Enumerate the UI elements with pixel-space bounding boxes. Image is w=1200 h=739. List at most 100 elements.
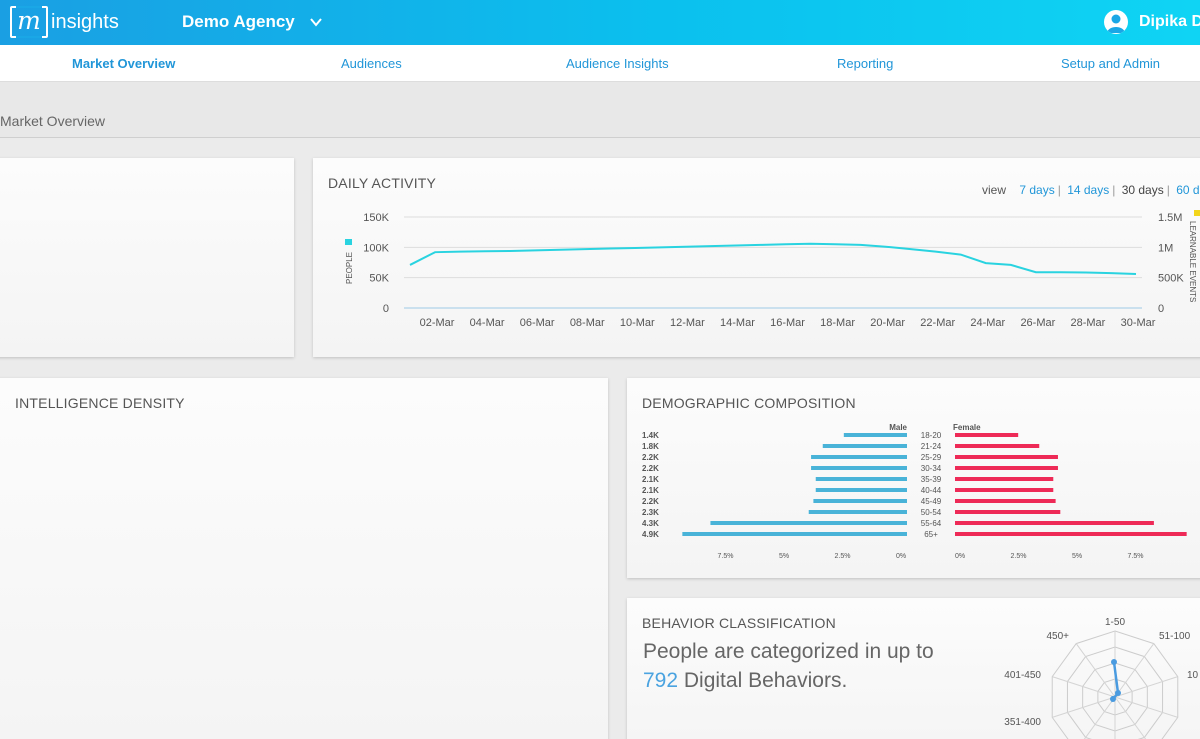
- age-group-label: 40-44: [921, 486, 942, 495]
- y-tick-label: 150K: [363, 212, 389, 224]
- demo-total-label: 2.3K: [642, 508, 659, 517]
- x-tick-label: 18-Mar: [820, 317, 855, 329]
- y2-tick-label: 500K: [1158, 273, 1184, 285]
- radar-label-51-100: 51-100: [1159, 631, 1191, 642]
- male-bar: [710, 521, 907, 525]
- age-group-label: 50-54: [921, 508, 942, 517]
- intelligence-density-title: INTELLIGENCE DENSITY: [15, 395, 185, 411]
- behavior-title: BEHAVIOR CLASSIFICATION: [642, 615, 836, 631]
- demographic-chart: Male Female 1.4K 18-20 1.8K 21-24 2.2K 25-29 2…: [642, 423, 1187, 560]
- x-tick-label: 08-Mar: [570, 317, 605, 329]
- y-tick-label: 50K: [369, 273, 389, 285]
- age-group-label: 65+: [924, 530, 938, 539]
- demo-total-label: 1.8K: [642, 442, 659, 451]
- top-bar: m insights Demo Agency Dipika D: [0, 0, 1200, 45]
- demo-total-label: 2.2K: [642, 453, 659, 462]
- female-bar: [955, 455, 1058, 459]
- male-x-tick: 7.5%: [718, 553, 734, 560]
- behavior-count: 792: [643, 669, 679, 692]
- radar-label-1-50: 1-50: [1105, 617, 1125, 628]
- people-legend-swatch: [345, 239, 352, 245]
- daily-activity-card: DAILY ACTIVITY view 7 days | 14 days | 30 …: [313, 158, 1200, 357]
- male-bar: [808, 510, 907, 514]
- age-group-label: 35-39: [921, 475, 942, 484]
- demographic-card: DEMOGRAPHIC COMPOSITION Male Female 1.4K…: [627, 378, 1200, 578]
- x-tick-label: 10-Mar: [620, 317, 655, 329]
- radar-point: [1115, 690, 1121, 696]
- nav-setup-admin[interactable]: Setup and Admin: [1061, 56, 1160, 71]
- breadcrumb: Market Overview: [0, 113, 106, 129]
- summary-card: [0, 158, 294, 357]
- radar-spoke: [1052, 696, 1116, 718]
- x-tick-label: 12-Mar: [670, 317, 705, 329]
- male-label: Male: [889, 423, 907, 432]
- intelligence-density-card: INTELLIGENCE DENSITY: [0, 378, 608, 739]
- behavior-summary: People are categorized in up to 792 Digi…: [643, 640, 934, 692]
- nav-reporting[interactable]: Reporting: [837, 56, 893, 71]
- radar-spoke: [1052, 676, 1116, 698]
- y-tick-label: 0: [383, 303, 389, 315]
- female-x-tick: 2.5%: [1011, 553, 1027, 560]
- age-group-label: 21-24: [921, 442, 942, 451]
- male-x-tick: 0%: [896, 553, 906, 560]
- radar-label-450-plus: 450+: [1046, 631, 1069, 642]
- radar-label-10: 10: [1187, 670, 1199, 681]
- age-group-label: 45-49: [921, 497, 942, 506]
- x-tick-label: 26-Mar: [1020, 317, 1055, 329]
- radar-point: [1111, 659, 1117, 665]
- female-x-tick: 5%: [1072, 553, 1082, 560]
- radar-label-401-450: 401-450: [1004, 670, 1041, 681]
- behavior-radar-chart: 1-50 51-100 10 450+ 401-450 351-400: [1004, 617, 1199, 739]
- logo-mark: m: [10, 6, 48, 38]
- female-bar: [955, 510, 1061, 514]
- x-tick-label: 16-Mar: [770, 317, 805, 329]
- breadcrumb-bar: Market Overview: [0, 82, 1200, 138]
- x-tick-label: 22-Mar: [920, 317, 955, 329]
- radar-spoke: [1114, 696, 1178, 718]
- male-bar: [815, 488, 907, 492]
- agency-selector[interactable]: Demo Agency: [182, 12, 323, 32]
- main-nav: Market Overview Audiences Audience Insig…: [0, 45, 1200, 82]
- male-bar: [811, 466, 907, 470]
- logo-wordmark: insights: [51, 10, 119, 33]
- x-tick-label: 04-Mar: [470, 317, 505, 329]
- male-bar: [813, 499, 907, 503]
- nav-audiences[interactable]: Audiences: [341, 56, 402, 71]
- events-legend-swatch: [1194, 210, 1200, 216]
- female-bar: [955, 532, 1187, 536]
- male-bar: [811, 455, 907, 459]
- x-tick-label: 06-Mar: [520, 317, 555, 329]
- nav-market-overview[interactable]: Market Overview: [72, 56, 175, 71]
- female-bar: [955, 444, 1040, 448]
- female-bar: [955, 466, 1058, 470]
- radar-spoke: [1114, 676, 1178, 698]
- radar-point: [1110, 696, 1116, 702]
- female-x-tick: 0%: [955, 553, 965, 560]
- y2-tick-label: 1M: [1158, 242, 1173, 254]
- demo-total-label: 2.1K: [642, 486, 659, 495]
- male-x-tick: 2.5%: [835, 553, 851, 560]
- radar-label-351-400: 351-400: [1004, 717, 1041, 728]
- female-label: Female: [953, 423, 981, 432]
- female-bar: [955, 521, 1154, 525]
- age-group-label: 25-29: [921, 453, 942, 462]
- female-bar: [955, 488, 1054, 492]
- demo-total-label: 4.9K: [642, 530, 659, 539]
- x-tick-label: 02-Mar: [420, 317, 455, 329]
- user-avatar-icon: [1104, 10, 1128, 34]
- y-tick-label: 100K: [363, 242, 389, 254]
- male-bar: [815, 477, 907, 481]
- demo-total-label: 1.4K: [642, 431, 659, 440]
- age-group-label: 55-64: [921, 519, 942, 528]
- nav-audience-insights[interactable]: Audience Insights: [566, 56, 669, 71]
- radar-spoke: [1114, 643, 1155, 698]
- user-menu[interactable]: Dipika D: [1104, 10, 1200, 34]
- app-logo[interactable]: m insights: [10, 6, 119, 38]
- demo-total-label: 2.2K: [642, 497, 659, 506]
- demo-total-label: 4.3K: [642, 519, 659, 528]
- chevron-down-icon: [309, 18, 322, 27]
- age-group-label: 18-20: [921, 431, 942, 440]
- female-bar: [955, 477, 1054, 481]
- agency-name: Demo Agency: [182, 12, 295, 31]
- y2-tick-label: 1.5M: [1158, 212, 1182, 224]
